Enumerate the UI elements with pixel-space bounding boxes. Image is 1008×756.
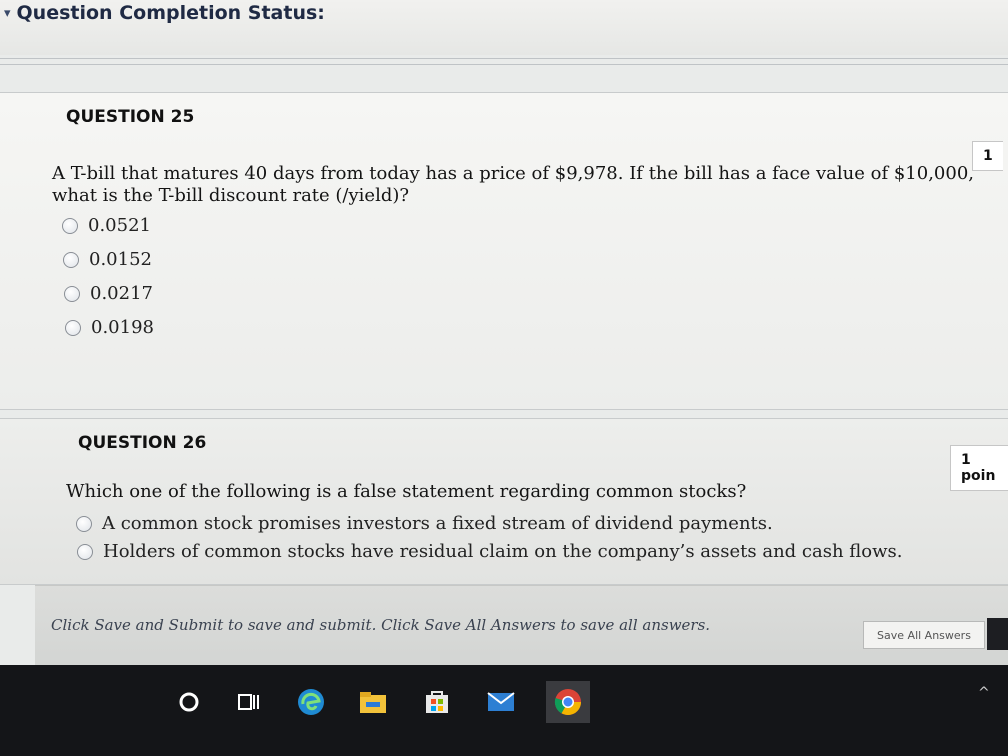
option-a[interactable]: 0.0521 bbox=[62, 215, 151, 236]
divider bbox=[0, 64, 1008, 65]
question-26-text: Which one of the following is a false st… bbox=[66, 481, 747, 502]
windows-taskbar: ^ bbox=[0, 665, 1008, 756]
question-25-panel: QUESTION 25 1 A T-bill that matures 40 d… bbox=[0, 92, 1008, 410]
radio-button[interactable] bbox=[64, 285, 80, 302]
option-label: 0.0198 bbox=[91, 317, 154, 338]
submit-footer: Click Save and Submit to save and submit… bbox=[35, 585, 1008, 666]
option-label: 0.0217 bbox=[90, 283, 153, 304]
question-25-title: QUESTION 25 bbox=[66, 107, 195, 127]
option-label: A common stock promises investors a fixe… bbox=[102, 513, 773, 534]
top-bar: ▾ Question Completion Status: bbox=[0, 0, 1008, 55]
search-circle-icon[interactable] bbox=[172, 685, 206, 719]
completion-status-label: Question Completion Status: bbox=[16, 2, 325, 24]
chrome-icon[interactable] bbox=[546, 681, 590, 723]
option-c[interactable]: 0.0217 bbox=[64, 283, 153, 304]
question-25-text-line-2: what is the T-bill discount rate (/yield… bbox=[52, 185, 410, 206]
question-26-points: 1 poin bbox=[950, 445, 1008, 491]
edge-browser-icon[interactable] bbox=[294, 685, 328, 719]
mail-icon[interactable] bbox=[484, 685, 518, 719]
option-d[interactable]: 0.0198 bbox=[65, 317, 154, 338]
option-label: 0.0152 bbox=[89, 249, 152, 270]
question-25-text-line-1: A T-bill that matures 40 days from today… bbox=[52, 163, 974, 184]
option-label: Holders of common stocks have residual c… bbox=[103, 541, 903, 562]
radio-button[interactable] bbox=[63, 251, 79, 268]
divider bbox=[0, 58, 1008, 59]
question-26-panel: QUESTION 26 1 poin Which one of the foll… bbox=[0, 418, 1008, 585]
radio-button[interactable] bbox=[77, 543, 93, 560]
completion-status[interactable]: ▾ Question Completion Status: bbox=[4, 2, 325, 24]
save-all-answers-button[interactable]: Save All Answers bbox=[863, 621, 985, 649]
option-label: 0.0521 bbox=[88, 215, 151, 236]
file-explorer-icon[interactable] bbox=[356, 685, 390, 719]
task-view-icon[interactable] bbox=[232, 685, 266, 719]
question-26-title: QUESTION 26 bbox=[78, 433, 207, 453]
option-b[interactable]: Holders of common stocks have residual c… bbox=[77, 541, 903, 562]
save-and-submit-button[interactable] bbox=[987, 618, 1008, 650]
option-a[interactable]: A common stock promises investors a fixe… bbox=[76, 513, 773, 534]
radio-button[interactable] bbox=[76, 515, 92, 532]
tray-expand-icon[interactable]: ^ bbox=[978, 685, 990, 701]
collapse-chevron-icon[interactable]: ▾ bbox=[4, 6, 11, 21]
question-25-points: 1 bbox=[972, 141, 1003, 171]
radio-button[interactable] bbox=[65, 319, 81, 336]
store-icon[interactable] bbox=[420, 685, 454, 719]
radio-button[interactable] bbox=[62, 217, 78, 234]
footer-instruction: Click Save and Submit to save and submit… bbox=[51, 616, 711, 634]
option-b[interactable]: 0.0152 bbox=[63, 249, 152, 270]
